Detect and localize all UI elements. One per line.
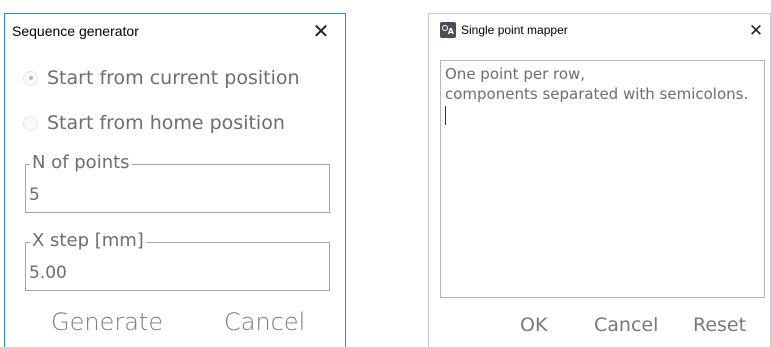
n-points-label: N of points	[30, 152, 132, 174]
sequence-generator-dialog: Sequence generator ✕ Start from current …	[4, 13, 346, 347]
n-points-field[interactable]: 5	[29, 185, 40, 205]
textarea-hint-line-2: components separated with semicolons.	[445, 85, 749, 103]
cancel-button[interactable]: Cancel	[594, 314, 658, 336]
generate-button[interactable]: Generate	[51, 308, 163, 336]
radio-start-current[interactable]: Start from current position	[23, 64, 300, 92]
ok-button[interactable]: OK	[520, 314, 547, 336]
text-caret	[445, 106, 446, 125]
reset-button[interactable]: Reset	[693, 314, 746, 336]
single-point-mapper-dialog: A Single point mapper ✕ One point per ro…	[428, 13, 771, 347]
app-icon: A	[440, 22, 456, 38]
dialog-title: Single point mapper	[461, 23, 568, 37]
x-step-field[interactable]: 5.00	[29, 263, 67, 283]
radio-label: Start from home position	[47, 112, 285, 134]
title-bar[interactable]: Sequence generator ✕	[5, 14, 345, 46]
x-step-label: X step [mm]	[30, 230, 146, 252]
radio-label: Start from current position	[47, 67, 300, 89]
title-bar[interactable]: A Single point mapper ✕	[429, 14, 770, 46]
cancel-button[interactable]: Cancel	[224, 308, 305, 336]
n-points-group: N of points 5	[25, 152, 330, 213]
radio-start-home[interactable]: Start from home position	[23, 109, 285, 137]
dialog-title: Sequence generator	[12, 23, 139, 39]
textarea-hint-line-1: One point per row,	[445, 65, 586, 83]
radio-button[interactable]	[23, 115, 38, 131]
radio-button-checked[interactable]	[23, 70, 38, 86]
x-step-group: X step [mm] 5.00	[25, 230, 330, 291]
close-icon[interactable]: ✕	[307, 18, 335, 44]
points-textarea[interactable]: One point per row, components separated …	[440, 60, 765, 298]
close-icon[interactable]: ✕	[742, 18, 770, 44]
